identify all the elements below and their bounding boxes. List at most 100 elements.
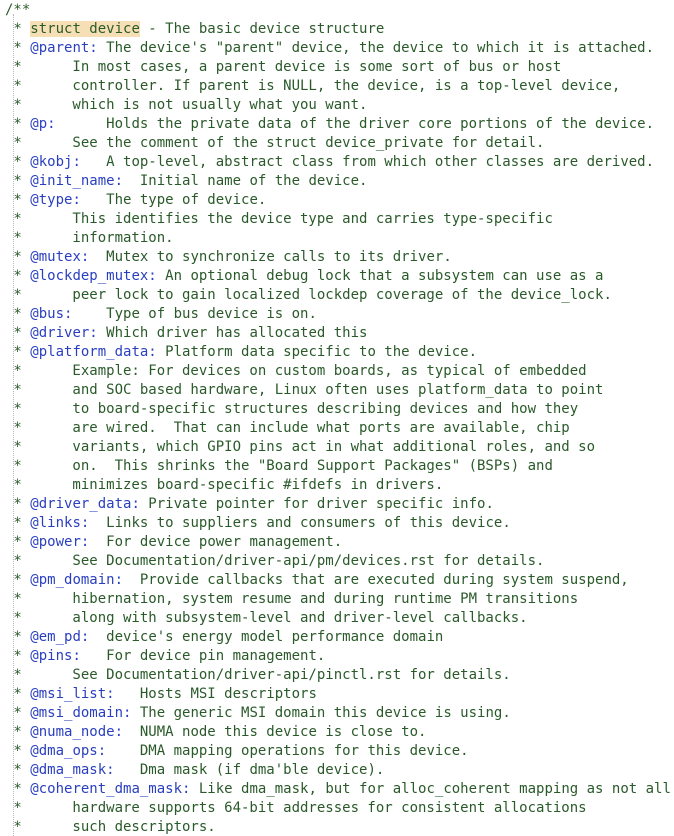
comment-text: NUMA node this device is close to. (123, 724, 427, 740)
comment-text: * are wired. That can include what ports… (5, 420, 570, 436)
code-line: * @power: For device power management. (5, 533, 671, 552)
code-editor[interactable]: /** * struct device - The basic device s… (0, 0, 674, 836)
code-line: * @msi_list: Hosts MSI descriptors (5, 685, 671, 704)
doc-comment-block: /** * struct device - The basic device s… (5, 1, 671, 836)
doc-tag: @msi_domain: (30, 705, 132, 721)
code-line: * See the comment of the struct device_p… (5, 134, 671, 153)
comment-prefix: * (5, 249, 31, 265)
comment-text: Dma mask (if dma'ble device). (114, 762, 385, 778)
code-line: * @parent: The device's "parent" device,… (5, 39, 671, 58)
comment-text: * variants, which GPIO pins act in what … (5, 439, 596, 455)
comment-text: * to board-specific structures describin… (5, 401, 579, 417)
doc-tag: @lockdep_mutex: (30, 268, 157, 284)
comment-text: * and SOC based hardware, Linux often us… (5, 382, 604, 398)
comment-text: Initial name of the device. (123, 173, 368, 189)
comment-text: The device's "parent" device, the device… (97, 40, 655, 56)
comment-text: Platform data specific to the device. (156, 344, 478, 360)
code-line: * Example: For devices on custom boards,… (5, 362, 671, 381)
comment-text: Like dma_mask, but for alloc_coherent ma… (190, 781, 671, 797)
comment-text: * information. (5, 230, 174, 246)
code-line: * on. This shrinks the "Board Support Pa… (5, 457, 671, 476)
comment-prefix: * (5, 705, 31, 721)
code-line: * information. (5, 229, 671, 248)
doc-tag: @p: (30, 116, 56, 132)
code-line: * @kobj: A top-level, abstract class fro… (5, 153, 671, 172)
comment-text: A top-level, abstract class from which o… (80, 154, 655, 170)
comment-text: Type of bus device is on. (72, 306, 317, 322)
doc-tag: @em_pd: (30, 629, 90, 645)
comment-text: Mutex to synchronize calls to its driver… (89, 249, 452, 265)
code-line: * struct device - The basic device struc… (5, 20, 671, 39)
code-line: * @dma_mask: Dma mask (if dma'ble device… (5, 761, 671, 780)
comment-prefix: * (5, 40, 31, 56)
doc-tag: @links: (30, 515, 90, 531)
comment-prefix: * (5, 629, 31, 645)
doc-tag: @driver: (30, 325, 98, 341)
comment-text: Provide callbacks that are executed duri… (123, 572, 629, 588)
doc-tag: @parent: (30, 40, 98, 56)
code-line: * @em_pd: device's energy model performa… (5, 628, 671, 647)
code-line: * peer lock to gain localized lockdep co… (5, 286, 671, 305)
doc-tag: @bus: (30, 306, 73, 322)
code-line: * @platform_data: Platform data specific… (5, 343, 671, 362)
comment-text: The type of device. (80, 192, 267, 208)
code-line: * @dma_ops: DMA mapping operations for t… (5, 742, 671, 761)
code-line: * @type: The type of device. (5, 191, 671, 210)
code-line: * @mutex: Mutex to synchronize calls to … (5, 248, 671, 267)
code-line: * hardware supports 64-bit addresses for… (5, 799, 671, 818)
code-line: * controller. If parent is NULL, the dev… (5, 77, 671, 96)
comment-prefix: * (5, 344, 31, 360)
code-line: * such descriptors. (5, 818, 671, 836)
comment-text: * minimizes board-specific #ifdefs in dr… (5, 477, 444, 493)
doc-tag: @kobj: (30, 154, 81, 170)
code-line: * See Documentation/driver-api/pm/device… (5, 552, 671, 571)
code-line: * which is not usually what you want. (5, 96, 671, 115)
doc-tag: @mutex: (30, 249, 90, 265)
doc-tag: @numa_node: (30, 724, 124, 740)
comment-text: The generic MSI domain this device is us… (131, 705, 511, 721)
code-line: * @pm_domain: Provide callbacks that are… (5, 571, 671, 590)
doc-tag: @pins: (30, 648, 81, 664)
code-line: * @init_name: Initial name of the device… (5, 172, 671, 191)
comment-prefix: * (5, 325, 31, 341)
code-line: * @driver: Which driver has allocated th… (5, 324, 671, 343)
code-line: * @links: Links to suppliers and consume… (5, 514, 671, 533)
doc-tag: @init_name: (30, 173, 124, 189)
comment-text: * See the comment of the struct device_p… (5, 135, 545, 151)
comment-prefix: * (5, 515, 31, 531)
code-line: * @driver_data: Private pointer for driv… (5, 495, 671, 514)
comment-text: * In most cases, a parent device is some… (5, 59, 562, 75)
code-line: * hibernation, system resume and during … (5, 590, 671, 609)
doc-tag: @pm_domain: (30, 572, 124, 588)
comment-prefix: * (5, 21, 31, 37)
comment-text: Links to suppliers and consumers of this… (89, 515, 511, 531)
comment-text: An optional debug lock that a subsystem … (156, 268, 604, 284)
comment-text: * Example: For devices on custom boards,… (5, 363, 587, 379)
code-line: * See Documentation/driver-api/pinctl.rs… (5, 666, 671, 685)
code-line: * and SOC based hardware, Linux often us… (5, 381, 671, 400)
comment-text: Which driver has allocated this (97, 325, 368, 341)
comment-text: * hibernation, system resume and during … (5, 591, 579, 607)
code-line: * @msi_domain: The generic MSI domain th… (5, 704, 671, 723)
comment-prefix: * (5, 572, 31, 588)
doc-tag: @coherent_dma_mask: (30, 781, 191, 797)
code-line: * @p: Holds the private data of the driv… (5, 115, 671, 134)
comment-text: * controller. If parent is NULL, the dev… (5, 78, 621, 94)
comment-prefix: * (5, 686, 31, 702)
comment-text: * on. This shrinks the "Board Support Pa… (5, 458, 553, 474)
code-line: * minimizes board-specific #ifdefs in dr… (5, 476, 671, 495)
code-line: * along with subsystem-level and driver-… (5, 609, 671, 628)
doc-tag: @msi_list: (30, 686, 115, 702)
comment-text: * such descriptors. (5, 819, 216, 835)
comment-prefix: * (5, 762, 31, 778)
code-line: * @numa_node: NUMA node this device is c… (5, 723, 671, 742)
comment-text: DMA mapping operations for this device. (106, 743, 469, 759)
comment-prefix: * (5, 724, 31, 740)
comment-text: * See Documentation/driver-api/pinctl.rs… (5, 667, 511, 683)
comment-prefix: * (5, 743, 31, 759)
code-line: * are wired. That can include what ports… (5, 419, 671, 438)
doc-tag: @power: (30, 534, 90, 550)
code-line: * @bus: Type of bus device is on. (5, 305, 671, 324)
code-line: * @lockdep_mutex: An optional debug lock… (5, 267, 671, 286)
comment-text: * peer lock to gain localized lockdep co… (5, 287, 612, 303)
